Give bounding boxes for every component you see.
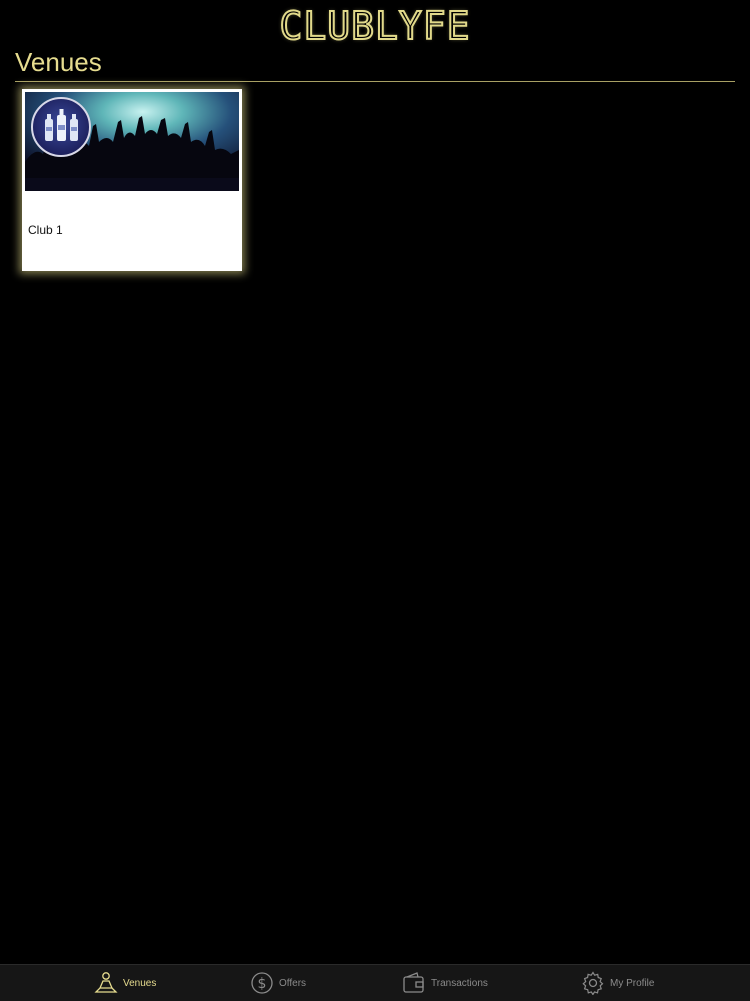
person-meditating-icon bbox=[94, 971, 118, 995]
tab-transactions[interactable]: Transactions bbox=[402, 965, 488, 1001]
clublyfe-logo: CLUBLYFE bbox=[278, 3, 471, 49]
venue-avatar bbox=[31, 97, 91, 157]
dollar-coin-icon: $ bbox=[250, 971, 274, 995]
tab-venues[interactable]: Venues bbox=[94, 965, 156, 1001]
venue-name: Club 1 bbox=[28, 223, 63, 237]
tab-label: Venues bbox=[123, 977, 157, 989]
bottom-tab-bar: Venues $ Offers Transactions My Profile bbox=[0, 964, 750, 1001]
page-title: Venues bbox=[15, 47, 102, 77]
title-divider bbox=[15, 81, 735, 82]
venue-photo bbox=[25, 92, 239, 191]
tab-label: Transactions bbox=[431, 977, 488, 989]
svg-text:$: $ bbox=[258, 976, 267, 992]
tab-my-profile[interactable]: My Profile bbox=[581, 965, 654, 1001]
vodka-bottles-icon bbox=[45, 109, 78, 141]
tab-label: Offers bbox=[279, 977, 307, 989]
app-header: CLUBLYFE bbox=[0, 0, 750, 52]
tab-label: My Profile bbox=[610, 977, 655, 989]
tab-offers[interactable]: $ Offers bbox=[250, 965, 306, 1001]
venue-card[interactable]: Club 1 bbox=[22, 89, 242, 271]
gear-icon bbox=[581, 971, 605, 996]
wallet-icon bbox=[402, 971, 426, 995]
